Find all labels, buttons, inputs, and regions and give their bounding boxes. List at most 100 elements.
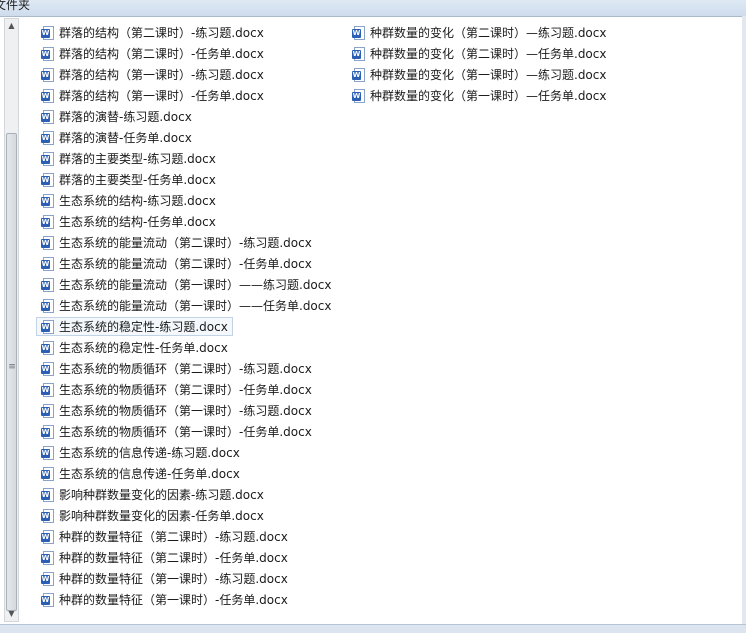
- file-item[interactable]: W 群落的演替-练习题.docx: [36, 107, 197, 126]
- word-badge: W: [41, 322, 50, 332]
- file-item[interactable]: W 生态系统的结构-任务单.docx: [36, 212, 221, 231]
- word-badge: W: [41, 28, 50, 38]
- file-item[interactable]: W 影响种群数量变化的因素-练习题.docx: [36, 485, 269, 504]
- word-badge: W: [41, 574, 50, 584]
- word-badge: W: [41, 343, 50, 353]
- window-title: 文件夹: [0, 0, 31, 12]
- word-badge: W: [352, 28, 361, 38]
- word-document-icon: W: [41, 382, 54, 397]
- file-item[interactable]: W 种群的数量特征（第一课时）-练习题.docx: [36, 569, 293, 588]
- file-item[interactable]: W 生态系统的能量流动（第一课时）——任务单.docx: [36, 296, 336, 315]
- file-item[interactable]: W 生态系统的能量流动（第二课时）-练习题.docx: [36, 233, 317, 252]
- word-badge: W: [41, 280, 50, 290]
- file-item[interactable]: W 群落的结构（第一课时）-任务单.docx: [36, 86, 269, 105]
- word-document-icon: W: [352, 25, 365, 40]
- word-document-icon: W: [41, 592, 54, 607]
- file-item[interactable]: W 生态系统的物质循环（第一课时）-练习题.docx: [36, 401, 317, 420]
- file-name: 群落的演替-任务单.docx: [59, 131, 192, 145]
- file-item[interactable]: W 生态系统的能量流动（第一课时）——练习题.docx: [36, 275, 336, 294]
- file-item[interactable]: W 种群数量的变化（第一课时）—任务单.docx: [347, 86, 611, 105]
- file-item[interactable]: W 影响种群数量变化的因素-任务单.docx: [36, 506, 269, 525]
- word-badge: W: [41, 133, 50, 143]
- window-right-edge: [742, 16, 746, 624]
- word-document-icon: W: [41, 151, 54, 166]
- file-item[interactable]: W 生态系统的信息传递-任务单.docx: [36, 464, 245, 483]
- file-name: 群落的结构（第二课时）-练习题.docx: [59, 26, 264, 40]
- file-name: 群落的演替-练习题.docx: [59, 110, 192, 124]
- file-name: 生态系统的物质循环（第二课时）-任务单.docx: [59, 383, 312, 397]
- word-badge: W: [41, 469, 50, 479]
- word-document-icon: W: [352, 88, 365, 103]
- file-name: 生态系统的能量流动（第二课时）-练习题.docx: [59, 236, 312, 250]
- file-item[interactable]: W 种群的数量特征（第一课时）-任务单.docx: [36, 590, 293, 609]
- file-item[interactable]: W 生态系统的稳定性-任务单.docx: [36, 338, 233, 357]
- file-item[interactable]: W 生态系统的能量流动（第二课时）-任务单.docx: [36, 254, 317, 273]
- scrollbar-grip-icon: ≡: [8, 362, 16, 372]
- word-badge: W: [41, 154, 50, 164]
- file-name: 生态系统的能量流动（第二课时）-任务单.docx: [59, 257, 312, 271]
- word-document-icon: W: [41, 235, 54, 250]
- file-item[interactable]: W 生态系统的物质循环（第二课时）-练习题.docx: [36, 359, 317, 378]
- window-title-bar: 文件夹: [0, 0, 746, 17]
- file-item[interactable]: W 群落的结构（第二课时）-任务单.docx: [36, 44, 269, 63]
- file-name: 种群的数量特征（第一课时）-任务单.docx: [59, 593, 288, 607]
- word-badge: W: [41, 553, 50, 563]
- file-item[interactable]: W 生态系统的稳定性-练习题.docx: [36, 317, 233, 336]
- file-name: 生态系统的物质循环（第二课时）-练习题.docx: [59, 362, 312, 376]
- word-badge: W: [41, 385, 50, 395]
- word-document-icon: W: [41, 298, 54, 313]
- file-name: 种群数量的变化（第二课时）—任务单.docx: [370, 47, 607, 61]
- file-item[interactable]: W 种群数量的变化（第二课时）—练习题.docx: [347, 23, 611, 42]
- scroll-up-arrow-icon[interactable]: ▲: [5, 19, 18, 33]
- word-badge: W: [41, 196, 50, 206]
- file-name: 生态系统的稳定性-任务单.docx: [59, 341, 228, 355]
- file-item[interactable]: W 群落的演替-任务单.docx: [36, 128, 197, 147]
- word-document-icon: W: [41, 466, 54, 481]
- file-name: 种群的数量特征（第一课时）-练习题.docx: [59, 572, 288, 586]
- file-item[interactable]: W 种群的数量特征（第二课时）-练习题.docx: [36, 527, 293, 546]
- word-badge: W: [41, 511, 50, 521]
- file-name: 种群数量的变化（第二课时）—练习题.docx: [370, 26, 607, 40]
- file-item[interactable]: W 生态系统的信息传递-练习题.docx: [36, 443, 245, 462]
- word-document-icon: W: [41, 319, 54, 334]
- word-document-icon: W: [41, 109, 54, 124]
- file-item[interactable]: W 生态系统的物质循环（第二课时）-任务单.docx: [36, 380, 317, 399]
- word-badge: W: [41, 238, 50, 248]
- word-document-icon: W: [41, 550, 54, 565]
- word-badge: W: [41, 175, 50, 185]
- scrollbar-thumb[interactable]: ≡: [6, 133, 17, 611]
- file-item[interactable]: W 种群的数量特征（第二课时）-任务单.docx: [36, 548, 293, 567]
- file-item[interactable]: W 群落的结构（第一课时）-练习题.docx: [36, 65, 269, 84]
- file-name: 群落的主要类型-任务单.docx: [59, 173, 216, 187]
- scroll-down-arrow-icon[interactable]: ▼: [5, 607, 18, 621]
- word-document-icon: W: [41, 88, 54, 103]
- word-document-icon: W: [41, 67, 54, 82]
- word-document-icon: W: [41, 256, 54, 271]
- word-document-icon: W: [41, 445, 54, 460]
- word-document-icon: W: [41, 46, 54, 61]
- file-item[interactable]: W 种群数量的变化（第一课时）—练习题.docx: [347, 65, 611, 84]
- file-name: 种群的数量特征（第二课时）-练习题.docx: [59, 530, 288, 544]
- file-name: 生态系统的信息传递-练习题.docx: [59, 446, 240, 460]
- file-item[interactable]: W 生态系统的结构-练习题.docx: [36, 191, 221, 210]
- file-name: 群落的结构（第一课时）-练习题.docx: [59, 68, 264, 82]
- word-document-icon: W: [41, 424, 54, 439]
- word-document-icon: W: [41, 172, 54, 187]
- file-item[interactable]: W 群落的主要类型-练习题.docx: [36, 149, 221, 168]
- word-badge: W: [41, 406, 50, 416]
- file-name: 群落的主要类型-练习题.docx: [59, 152, 216, 166]
- word-document-icon: W: [41, 193, 54, 208]
- file-item[interactable]: W 种群数量的变化（第二课时）—任务单.docx: [347, 44, 611, 63]
- vertical-scrollbar[interactable]: ▲ ≡ ▼: [4, 18, 19, 622]
- file-name: 群落的结构（第二课时）-任务单.docx: [59, 47, 264, 61]
- file-item[interactable]: W 群落的主要类型-任务单.docx: [36, 170, 221, 189]
- word-badge: W: [41, 595, 50, 605]
- word-document-icon: W: [41, 277, 54, 292]
- file-name: 种群的数量特征（第二课时）-任务单.docx: [59, 551, 288, 565]
- word-document-icon: W: [41, 487, 54, 502]
- file-name: 种群数量的变化（第一课时）—练习题.docx: [370, 68, 607, 82]
- file-item[interactable]: W 群落的结构（第二课时）-练习题.docx: [36, 23, 269, 42]
- word-document-icon: W: [41, 130, 54, 145]
- word-document-icon: W: [41, 508, 54, 523]
- file-item[interactable]: W 生态系统的物质循环（第一课时）-任务单.docx: [36, 422, 317, 441]
